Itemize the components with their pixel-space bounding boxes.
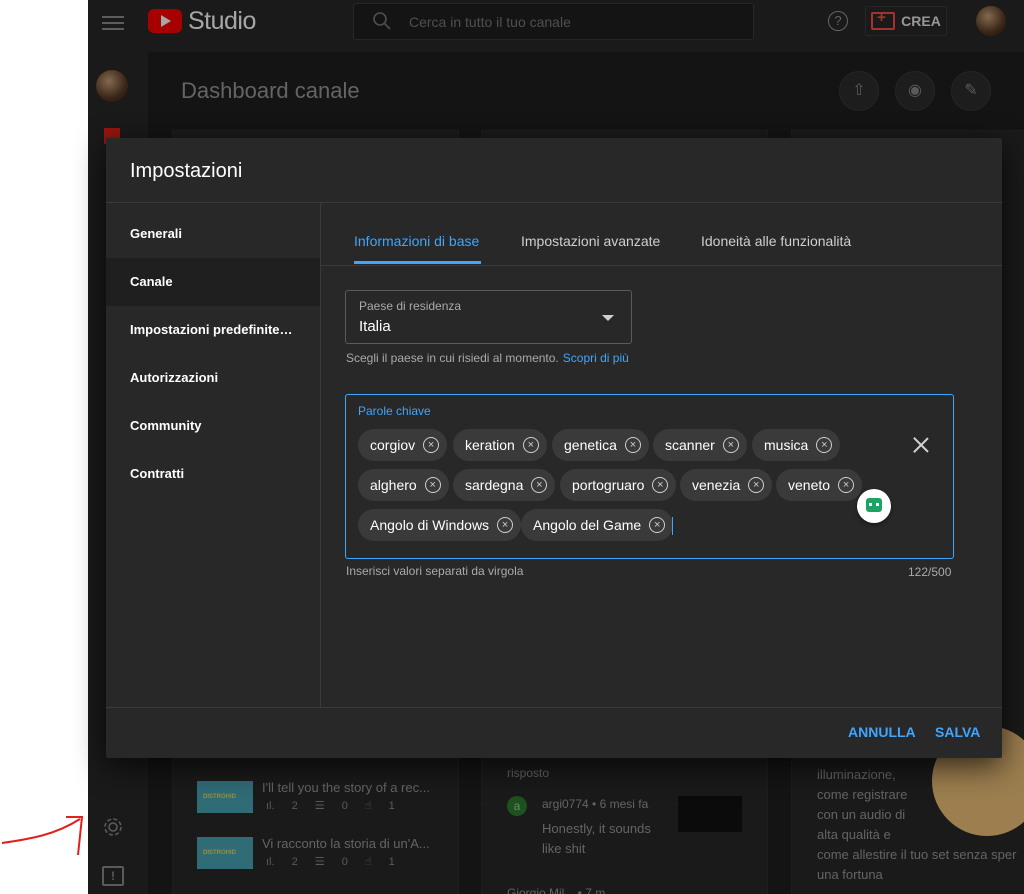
remove-chip-icon[interactable]: ×: [531, 477, 548, 493]
country-help-text: Scegli il paese in cui risiedi al moment…: [346, 351, 629, 365]
tab-informazioni-di-base[interactable]: Informazioni di base: [354, 203, 479, 265]
keyword-chip: keration ×: [453, 429, 547, 461]
remove-chip-icon[interactable]: ×: [748, 477, 765, 493]
country-select[interactable]: Paese di residenza Italia: [345, 290, 632, 344]
nav-item-generali[interactable]: Generali: [106, 210, 320, 258]
chevron-down-icon: [602, 315, 614, 321]
extension-icon[interactable]: [857, 489, 891, 523]
keywords-help-text: Inserisci valori separati da virgola: [346, 564, 524, 578]
keywords-counter: 122/500: [908, 565, 952, 579]
tab-bar: Informazioni di base Impostazioni avanza…: [321, 203, 1002, 266]
keyword-chip: alghero ×: [358, 469, 449, 501]
dialog-title: Impostazioni: [130, 160, 243, 182]
nav-item-contratti[interactable]: Contratti: [106, 450, 320, 498]
remove-chip-icon[interactable]: ×: [424, 477, 441, 493]
settings-dialog: Impostazioni Generali Canale Impostazion…: [106, 138, 1002, 758]
country-label: Paese di residenza: [359, 299, 462, 313]
clear-icon[interactable]: [911, 435, 931, 455]
keyword-chip: genetica ×: [552, 429, 649, 461]
remove-chip-icon[interactable]: ×: [624, 437, 641, 453]
keyword-chip: sardegna ×: [453, 469, 556, 501]
keyword-chip: venezia ×: [680, 469, 773, 501]
remove-chip-icon[interactable]: ×: [816, 437, 833, 453]
remove-chip-icon[interactable]: ×: [522, 437, 539, 453]
keyword-chip: Angolo di Windows ×: [358, 509, 522, 541]
keyword-chip: veneto ×: [776, 469, 863, 501]
remove-chip-icon[interactable]: ×: [652, 477, 669, 493]
nav-item-community[interactable]: Community: [106, 402, 320, 450]
save-button[interactable]: SALVA: [935, 718, 980, 746]
keyword-chip: scanner ×: [653, 429, 747, 461]
keyword-chip: Angolo del Game ×: [521, 509, 674, 541]
active-tab-indicator: [354, 261, 481, 264]
cancel-button[interactable]: ANNULLA: [848, 718, 916, 746]
annotation-arrow-icon: [1, 816, 84, 856]
remove-chip-icon[interactable]: ×: [649, 517, 666, 533]
keyword-chip: portogruaro ×: [560, 469, 677, 501]
remove-chip-icon[interactable]: ×: [497, 517, 514, 533]
country-value: Italia: [359, 318, 391, 335]
tab-idoneita-funzionalita[interactable]: Idoneità alle funzionalità: [701, 203, 851, 265]
divider: [106, 707, 1002, 708]
remove-chip-icon[interactable]: ×: [838, 477, 855, 493]
tab-impostazioni-avanzate[interactable]: Impostazioni avanzate: [521, 203, 660, 265]
keyword-chip: corgiov ×: [358, 429, 448, 461]
keywords-label: Parole chiave: [358, 404, 431, 418]
settings-nav: Generali Canale Impostazioni predefinite…: [106, 203, 321, 707]
nav-item-canale[interactable]: Canale: [106, 258, 320, 306]
nav-item-impostazioni-predefinite[interactable]: Impostazioni predefinite vi...: [106, 306, 320, 354]
text-cursor: [672, 517, 673, 535]
keywords-field[interactable]: Parole chiave corgiov × keration × genetic…: [345, 394, 954, 559]
nav-item-autorizzazioni[interactable]: Autorizzazioni: [106, 354, 320, 402]
keyword-chip: musica ×: [752, 429, 841, 461]
remove-chip-icon[interactable]: ×: [423, 437, 440, 453]
learn-more-link[interactable]: Scopri di più: [563, 351, 629, 365]
remove-chip-icon[interactable]: ×: [722, 437, 739, 453]
